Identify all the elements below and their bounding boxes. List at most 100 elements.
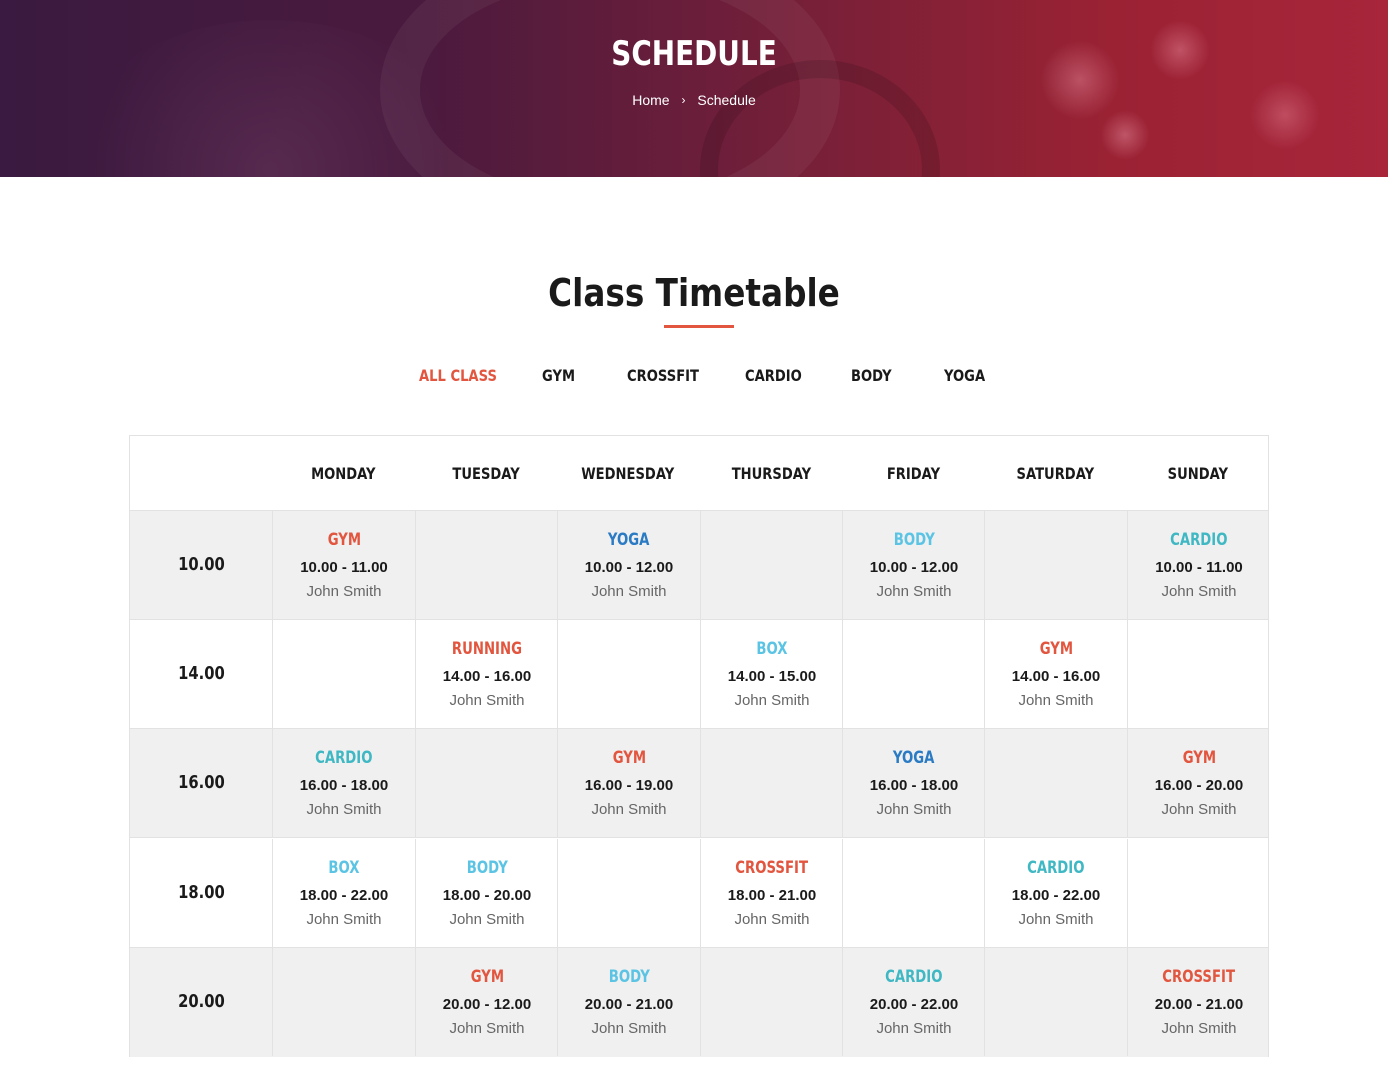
class-name-label: YOGA (893, 748, 935, 769)
empty-slot-cell (272, 620, 415, 729)
class-name-link[interactable]: GYM (273, 529, 415, 551)
class-name-link[interactable]: YOGA (558, 529, 700, 551)
filter-tab-yoga[interactable]: YOGA (944, 364, 985, 388)
class-trainer-name: John Smith (1161, 801, 1237, 819)
class-slot-cell: BODY 18.00 - 20.00 John Smith (415, 838, 558, 947)
class-time-range: 14.00 - 16.00 (1011, 668, 1101, 686)
class-name-link[interactable]: BOX (273, 857, 415, 879)
class-time-range: 10.00 - 12.00 (584, 559, 674, 576)
class-trainer-name: John Smith (734, 692, 810, 710)
filter-tab-crossfit[interactable]: CROSSFIT (627, 364, 699, 388)
empty-slot-cell (415, 729, 558, 838)
class-time-range: 20.00 - 22.00 (869, 995, 959, 1013)
time-slot-cell: 16.00 (130, 729, 272, 837)
class-name-link[interactable]: BODY (416, 857, 558, 879)
class-time-range: 18.00 - 21.00 (727, 886, 817, 904)
class-slot-cell: CARDIO 16.00 - 18.00 John Smith (272, 729, 415, 838)
empty-slot-cell (984, 947, 1127, 1056)
timetable-header-row: MONDAY TUESDAY WEDNESDAY THURSDAY FRIDAY SATU… (130, 436, 1268, 511)
class-name-link[interactable]: CROSSFIT (1128, 966, 1270, 988)
class-name-link[interactable]: BOX (701, 638, 843, 660)
timetable-row: 10.00 GYM 10.00 - 11.00 John Smith YOGA 10.00… (130, 511, 1268, 620)
class-name-label: CROSSFIT (735, 857, 809, 878)
class-name-label: BOX (756, 639, 788, 660)
class-name-label: GYM (612, 748, 646, 769)
day-header-label: FRIDAY (886, 464, 940, 483)
class-name-label: BODY (608, 966, 650, 987)
class-name-link[interactable]: GYM (416, 966, 558, 988)
class-trainer-name: John Smith (306, 910, 382, 928)
class-slot-cell: GYM 20.00 - 12.00 John Smith (415, 947, 558, 1056)
class-name-link[interactable]: CARDIO (985, 857, 1127, 879)
class-name-label: CARDIO (885, 966, 943, 987)
class-trainer-name: John Smith (449, 692, 525, 710)
class-trainer-name: John Smith (1161, 1019, 1237, 1037)
class-trainer-name: John Smith (876, 801, 952, 819)
class-trainer-name: John Smith (1161, 583, 1237, 600)
day-header-friday: FRIDAY (842, 436, 984, 511)
day-header-label: SUNDAY (1167, 464, 1229, 483)
class-time-range: 10.00 - 12.00 (869, 559, 959, 576)
class-slot-cell: BOX 18.00 - 22.00 John Smith (272, 838, 415, 947)
breadcrumb-current: Schedule (697, 92, 756, 109)
class-name-link[interactable]: BODY (558, 966, 700, 988)
class-name-label: YOGA (608, 530, 650, 550)
class-slot-cell: BODY 20.00 - 21.00 John Smith (557, 947, 700, 1056)
breadcrumb-home-link[interactable]: Home (632, 92, 669, 108)
class-name-label: CROSSFIT (1162, 966, 1236, 987)
day-header-label: WEDNESDAY (581, 464, 675, 483)
class-slot-cell: CARDIO 20.00 - 22.00 John Smith (842, 947, 985, 1056)
class-name-link[interactable]: CROSSFIT (701, 857, 843, 879)
empty-slot-cell (1127, 620, 1270, 729)
class-time-range: 20.00 - 21.00 (1154, 995, 1244, 1013)
filter-tab-all-class[interactable]: ALL CLASS (419, 364, 497, 388)
class-name-link[interactable]: CARDIO (1128, 529, 1270, 551)
page-hero-banner: SCHEDULE Home › Schedule (0, 0, 1388, 177)
class-name-link[interactable]: GYM (985, 638, 1127, 660)
class-name-label: CARDIO (1170, 530, 1228, 550)
class-name-link[interactable]: CARDIO (843, 966, 985, 988)
class-name-link[interactable]: RUNNING (416, 638, 558, 660)
class-slot-cell: BOX 14.00 - 15.00 John Smith (700, 620, 843, 729)
class-timetable: MONDAY TUESDAY WEDNESDAY THURSDAY FRIDAY SATU… (129, 435, 1269, 1057)
empty-slot-cell (984, 729, 1127, 838)
class-name-link[interactable]: YOGA (843, 747, 985, 769)
class-name-link[interactable]: BODY (843, 529, 985, 551)
class-time-range: 16.00 - 18.00 (869, 777, 959, 795)
class-slot-cell: BODY 10.00 - 12.00 John Smith (842, 511, 985, 619)
timetable-row: 16.00 CARDIO 16.00 - 18.00 John Smith GYM 16.… (130, 729, 1270, 839)
filter-tab-body[interactable]: BODY (851, 364, 892, 388)
class-name-label: GYM (1182, 748, 1216, 769)
class-time-range: 14.00 - 15.00 (727, 668, 817, 686)
time-slot-cell: 14.00 (130, 620, 272, 728)
class-slot-cell: YOGA 10.00 - 12.00 John Smith (557, 511, 700, 619)
class-trainer-name: John Smith (734, 910, 810, 928)
day-header-monday: MONDAY (272, 436, 414, 511)
day-header-thursday: THURSDAY (700, 436, 842, 511)
filter-tab-gym[interactable]: GYM (542, 364, 575, 388)
class-slot-cell: CROSSFIT 20.00 - 21.00 John Smith (1127, 947, 1270, 1056)
class-name-link[interactable]: GYM (558, 747, 700, 769)
class-slot-cell: GYM 14.00 - 16.00 John Smith (984, 620, 1127, 729)
time-slot-label: 14.00 (177, 663, 225, 685)
empty-slot-cell (984, 511, 1127, 619)
class-name-link[interactable]: CARDIO (273, 747, 415, 769)
empty-slot-cell (700, 947, 843, 1056)
class-slot-cell: CARDIO 18.00 - 22.00 John Smith (984, 838, 1127, 947)
class-name-label: GYM (470, 966, 504, 987)
empty-slot-cell (700, 729, 843, 838)
class-time-range: 14.00 - 16.00 (442, 668, 532, 686)
timetable-row: 18.00 BOX 18.00 - 22.00 John Smith BODY 18.00… (130, 838, 1268, 948)
class-time-range: 18.00 - 20.00 (442, 886, 532, 904)
class-time-range: 16.00 - 20.00 (1154, 777, 1244, 795)
class-name-link[interactable]: GYM (1128, 747, 1270, 769)
empty-slot-cell (557, 620, 700, 729)
class-trainer-name: John Smith (591, 801, 667, 819)
time-slot-label: 16.00 (177, 772, 225, 794)
filter-tab-cardio[interactable]: CARDIO (745, 364, 802, 388)
class-trainer-name: John Smith (449, 1019, 525, 1037)
class-time-range: 20.00 - 12.00 (442, 995, 532, 1013)
class-trainer-name: John Smith (306, 801, 382, 819)
class-name-label: GYM (327, 530, 361, 550)
class-time-range: 18.00 - 22.00 (299, 886, 389, 904)
